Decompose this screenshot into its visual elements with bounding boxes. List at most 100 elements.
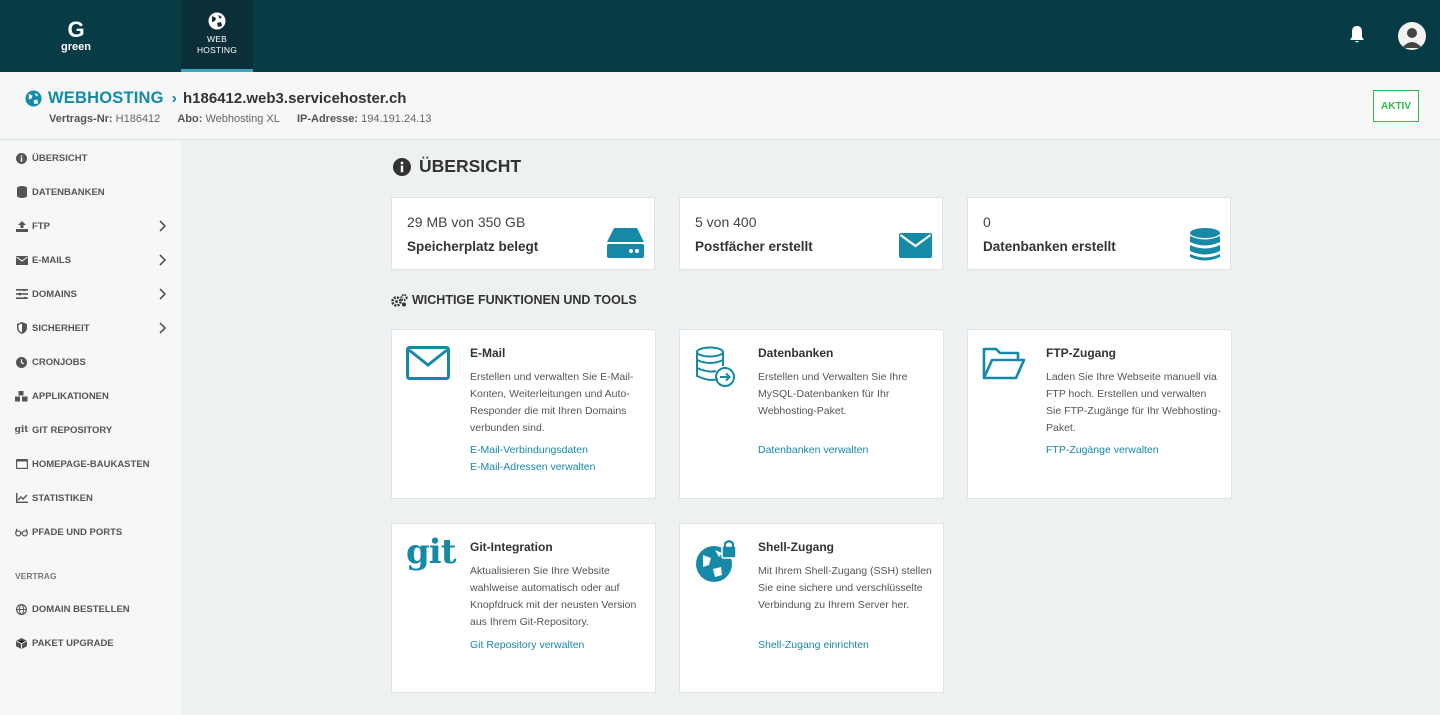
stat-value: 29 MB von 350 GB <box>407 214 526 230</box>
sidebar-item-cronjobs[interactable]: CRONJOBS <box>0 347 181 377</box>
breadcrumb-chevron-icon: › <box>171 89 177 107</box>
stat-label: Postfächer erstellt <box>695 239 813 254</box>
contract-meta: Vertrags-Nr: H186412 Abo: Webhosting XL … <box>49 113 432 125</box>
tool-card-shell: Shell-Zugang Mit Ihrem Shell-Zugang (SSH… <box>679 523 944 693</box>
tab-label-line2: HOSTING <box>196 45 238 55</box>
chart-line-icon <box>15 493 28 503</box>
user-icon <box>1402 28 1422 48</box>
top-navbar: G green WEB HOSTING <box>0 0 1440 72</box>
shield-icon <box>16 322 27 334</box>
card-title: Datenbanken <box>758 346 834 360</box>
glasses-icon <box>15 528 28 537</box>
sidebar-item-label: DATENBANKEN <box>32 186 105 198</box>
link-ftp-accounts-manage[interactable]: FTP-Zugänge verwalten <box>1046 444 1159 456</box>
card-description: Laden Sie Ihre Webseite manuell via FTP … <box>1046 371 1221 434</box>
database-icon <box>16 186 27 198</box>
clock-icon <box>16 356 27 368</box>
breadcrumb: WEBHOSTING › h186412.web3.servicehoster.… <box>25 89 406 108</box>
sidebar-item-label: GIT REPOSITORY <box>32 424 113 436</box>
tools-title-text: WICHTIGE FUNKTIONEN UND TOOLS <box>412 293 637 307</box>
tab-webhosting[interactable]: WEB HOSTING <box>181 0 253 72</box>
envelope-outline-icon <box>406 346 450 380</box>
sidebar-item-pfade-und-ports[interactable]: PFADE UND PORTS <box>0 517 181 547</box>
globe-icon <box>25 90 42 107</box>
tool-card-ftp: FTP-Zugang Laden Sie Ihre Webseite manue… <box>967 329 1232 499</box>
link-git-repository-manage[interactable]: Git Repository verwalten <box>470 639 584 651</box>
sidebar-item-datenbanken[interactable]: DATENBANKEN <box>0 177 181 207</box>
hdd-icon <box>607 228 644 258</box>
page-title-text: ÜBERSICHT <box>419 156 522 176</box>
sidebar-item-statistiken[interactable]: STATISTIKEN <box>0 483 181 513</box>
globe-icon <box>16 603 27 615</box>
sidebar-item-homepage-baukasten[interactable]: HOMEPAGE-BAUKASTEN <box>0 449 181 479</box>
tool-card-git: git Git-Integration Aktualisieren Sie Ih… <box>391 523 656 693</box>
sidebar-item-label: ÜBERSICHT <box>32 152 88 164</box>
logo-letter: G <box>67 17 85 42</box>
link-databases-manage[interactable]: Datenbanken verwalten <box>758 444 868 456</box>
sidebar-item-label: APPLIKATIONEN <box>32 390 109 402</box>
stat-label: Datenbanken erstellt <box>983 239 1116 254</box>
git-icon: git <box>406 532 456 572</box>
card-title: Git-Integration <box>470 540 553 554</box>
box-icon <box>16 637 27 649</box>
page-header: WEBHOSTING › h186412.web3.servicehoster.… <box>0 72 1440 140</box>
tool-card-databases: Datenbanken Erstellen und Verwalten Sie … <box>679 329 944 499</box>
folder-open-icon <box>982 347 1026 380</box>
window-icon <box>15 459 28 469</box>
database-arrow-icon <box>696 346 735 387</box>
chevron-right-icon <box>159 322 166 334</box>
sidebar-item-applikationen[interactable]: APPLIKATIONEN <box>0 381 181 411</box>
sidebar-item-label: CRONJOBS <box>32 356 86 368</box>
stat-value: 0 <box>983 214 991 230</box>
sidebar-item-ftp[interactable]: FTP <box>0 211 181 241</box>
link-email-addresses-manage[interactable]: E-Mail-Adressen verwalten <box>470 461 595 473</box>
user-avatar[interactable] <box>1398 22 1426 50</box>
sidebar-item-label: PAKET UPGRADE <box>32 637 114 649</box>
sidebar-item-emails[interactable]: E-MAILS <box>0 245 181 275</box>
sidebar-item-label: PFADE UND PORTS <box>32 526 123 538</box>
globe-icon <box>208 12 226 30</box>
sidebar-item-label: STATISTIKEN <box>32 492 93 504</box>
status-badge: AKTIV <box>1373 90 1419 122</box>
upload-icon <box>15 220 28 232</box>
sidebar-item-label: DOMAIN BESTELLEN <box>32 603 130 615</box>
sidebar-item-domain-bestellen[interactable]: DOMAIN BESTELLEN <box>0 594 181 624</box>
brand-logo[interactable]: G green <box>0 0 152 72</box>
bell-icon[interactable] <box>1348 25 1366 45</box>
info-circle-icon <box>393 157 411 176</box>
sidebar-item-paket-upgrade[interactable]: PAKET UPGRADE <box>0 628 181 658</box>
database-icon <box>1190 228 1220 261</box>
page-title: ÜBERSICHT <box>393 156 521 177</box>
breadcrumb-host: h186412.web3.servicehoster.ch <box>183 90 407 107</box>
abo-label: Abo: <box>177 113 203 125</box>
sidebar-item-domains[interactable]: DOMAINS <box>0 279 181 309</box>
git-icon: git <box>14 425 29 435</box>
stat-card-storage: 29 MB von 350 GB Speicherplatz belegt <box>391 197 655 270</box>
contract-value: H186412 <box>115 113 161 125</box>
sidebar-section-vertrag: VERTRAG <box>15 571 57 581</box>
envelope-icon <box>15 255 28 265</box>
sidebar-item-label: SICHERHEIT <box>32 322 90 334</box>
card-title: E-Mail <box>470 346 506 360</box>
stat-card-databases: 0 Datenbanken erstellt <box>967 197 1231 270</box>
link-shell-access-setup[interactable]: Shell-Zugang einrichten <box>758 639 869 651</box>
chevron-right-icon <box>159 254 166 266</box>
logo-text: green <box>61 41 91 53</box>
cogs-icon <box>391 293 408 307</box>
card-description: Mit Ihrem Shell-Zugang (SSH) stellen Sie… <box>758 565 932 611</box>
sidebar-item-uebersicht[interactable]: ÜBERSICHT <box>0 143 181 173</box>
link-email-connection-data[interactable]: E-Mail-Verbindungsdaten <box>470 444 588 456</box>
abo-value: Webhosting XL <box>205 113 280 125</box>
sidebar-item-git-repository[interactable]: git GIT REPOSITORY <box>0 415 181 445</box>
card-description: Erstellen und verwalten Sie E-Mail-Konte… <box>470 371 634 434</box>
card-title: FTP-Zugang <box>1046 346 1116 360</box>
stat-label: Speicherplatz belegt <box>407 239 539 254</box>
breadcrumb-section[interactable]: WEBHOSTING <box>48 89 164 108</box>
tab-label-line1: WEB <box>207 34 227 44</box>
card-description: Erstellen und Verwalten Sie Ihre MySQL-D… <box>758 371 908 417</box>
sidebar-item-sicherheit[interactable]: SICHERHEIT <box>0 313 181 343</box>
info-circle-icon <box>16 152 27 164</box>
cubes-icon <box>15 390 28 401</box>
ip-value: 194.191.24.13 <box>361 113 432 125</box>
sidebar-item-label: FTP <box>32 220 50 232</box>
